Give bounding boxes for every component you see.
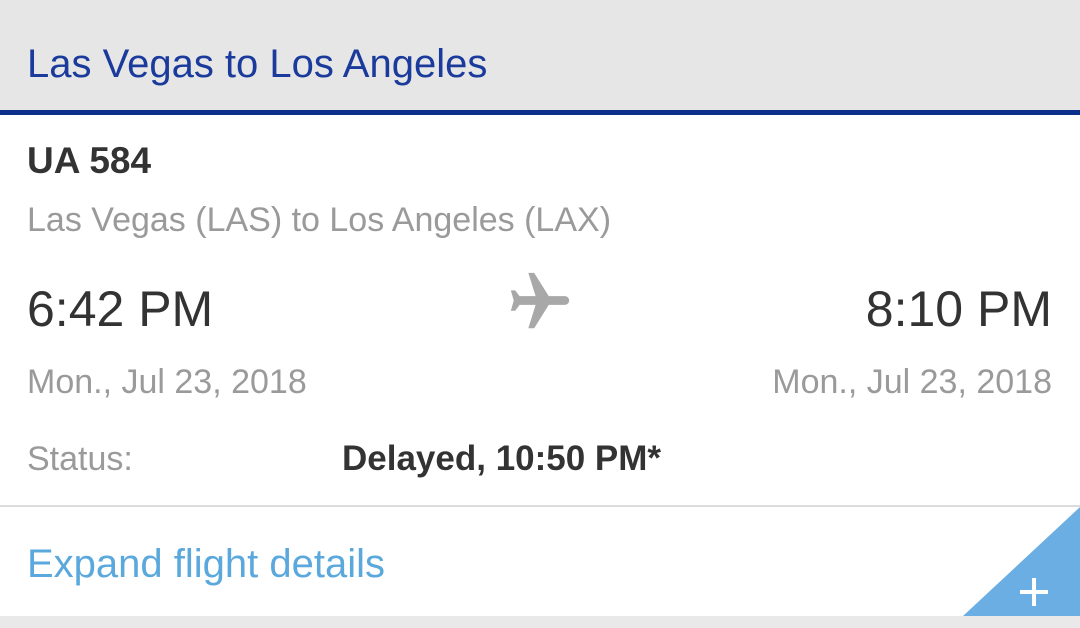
status-value: Delayed, 10:50 PM* (342, 439, 662, 478)
expand-flight-details-button[interactable]: Expand flight details (0, 507, 1080, 616)
airplane-icon (505, 267, 575, 337)
plus-icon[interactable] (963, 507, 1080, 616)
flight-route: Las Vegas (LAS) to Los Angeles (LAX) (27, 201, 612, 239)
flight-card: UA 584 Las Vegas (LAS) to Los Angeles (L… (0, 115, 1080, 505)
arrival-time: 8:10 PM (865, 281, 1052, 337)
page-title: Las Vegas to Los Angeles (27, 42, 488, 86)
arrival-date: Mon., Jul 23, 2018 (772, 363, 1052, 401)
route-header: Las Vegas to Los Angeles (0, 0, 1080, 115)
status-label: Status: (27, 440, 133, 478)
bottom-divider (0, 616, 1080, 628)
flight-number: UA 584 (27, 140, 152, 181)
expand-flight-details-label: Expand flight details (27, 542, 386, 586)
departure-date: Mon., Jul 23, 2018 (27, 363, 307, 401)
departure-time: 6:42 PM (27, 281, 214, 337)
